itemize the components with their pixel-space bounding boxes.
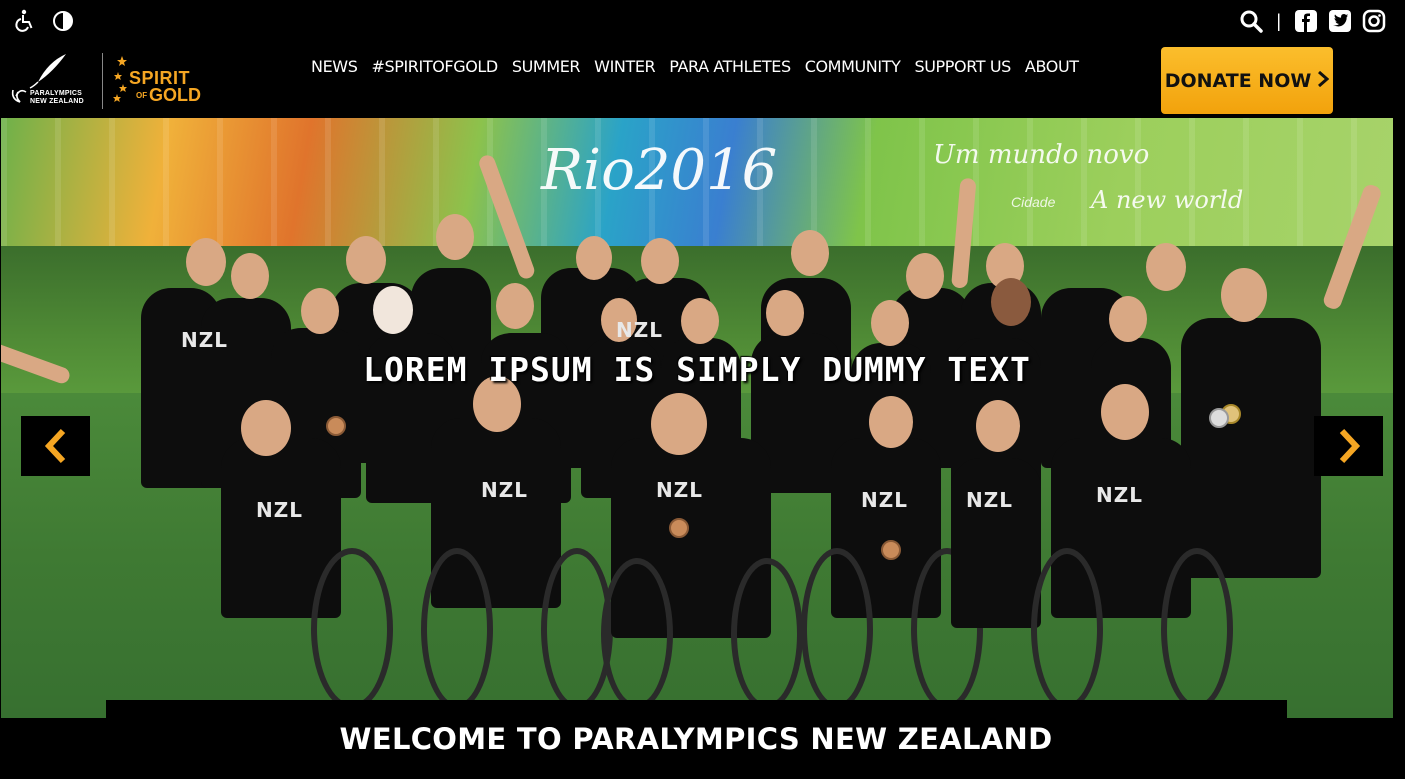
nav-item-about[interactable]: ABOUT [1025, 57, 1079, 76]
carousel-prev-button[interactable] [21, 416, 90, 476]
athlete-head [241, 400, 291, 456]
athlete-head [991, 278, 1031, 326]
wheelchair-wheel [311, 548, 393, 710]
logo-divider [102, 53, 103, 109]
carousel-next-button[interactable] [1314, 416, 1383, 476]
athlete-head [1221, 268, 1267, 322]
athlete-head [436, 214, 474, 260]
shirt-print: NZL [256, 498, 303, 522]
athlete-head [496, 283, 534, 329]
athlete-head [301, 288, 339, 334]
wheelchair-wheel [421, 548, 493, 710]
hero-banner-sub1: Um mundo novo [933, 140, 1150, 170]
donate-button[interactable]: DONATE NOW [1161, 47, 1333, 114]
spirit-of-gold-of: OF [136, 91, 148, 100]
shirt-print: NZL [481, 478, 528, 502]
athlete-head [651, 393, 707, 455]
shirt-print: NZL [181, 328, 228, 352]
facebook-icon[interactable] [1293, 8, 1319, 34]
athlete-head [871, 300, 909, 346]
spirit-of-gold-logo[interactable]: SPIRIT OF GOLD [113, 52, 209, 110]
spirit-of-gold-line2: GOLD [149, 85, 201, 105]
hero-caption: LOREM IPSUM IS SIMPLY DUMMY TEXT [363, 350, 1031, 389]
wheelchair-wheel [601, 558, 673, 710]
athlete-head [1146, 243, 1186, 291]
nav-item-news[interactable]: NEWS [311, 57, 358, 76]
instagram-icon[interactable] [1361, 8, 1387, 34]
hero-carousel: Rio2016 Um mundo novo Cidade A new world [1, 118, 1393, 718]
chevron-right-icon [1339, 428, 1360, 464]
shirt-print: NZL [616, 318, 663, 342]
athlete-head [373, 286, 413, 334]
athlete-head [1101, 384, 1149, 440]
athlete-head [869, 396, 913, 448]
twitter-icon[interactable] [1327, 8, 1353, 34]
athlete-head [976, 400, 1020, 452]
athlete-head [906, 253, 944, 299]
wheelchair-wheel [1161, 548, 1233, 710]
paralympics-nz-logo[interactable]: PARALYMPICS NEW ZEALAND [8, 52, 96, 110]
medal-icon [669, 518, 689, 538]
welcome-title: WELCOME TO PARALYMPICS NEW ZEALAND [339, 722, 1053, 756]
medal-icon [881, 540, 901, 560]
logo-area: PARALYMPICS NEW ZEALAND SPIRIT OF GOLD [8, 52, 209, 110]
athlete-head [231, 253, 269, 299]
donate-label: DONATE NOW [1164, 69, 1312, 92]
nav-item-para-athletes[interactable]: PARA ATHLETES [669, 57, 791, 76]
utility-right: | [1238, 8, 1387, 34]
nav-item-winter[interactable]: WINTER [594, 57, 656, 76]
nav-item-support-us[interactable]: SUPPORT US [914, 57, 1011, 76]
nav-item-spiritofgold[interactable]: #SPIRITOFGOLD [371, 57, 498, 76]
hero-banner-rio-text: Rio2016 [541, 138, 778, 203]
nav-item-summer[interactable]: SUMMER [512, 57, 581, 76]
athlete-head [766, 290, 804, 336]
shirt-print: NZL [861, 488, 908, 512]
athlete-head [641, 238, 679, 284]
wheelchair-wheel [1031, 548, 1103, 710]
athlete-head [346, 236, 386, 284]
shirt-print: NZL [966, 488, 1013, 512]
athlete-head [791, 230, 829, 276]
utility-left [12, 8, 76, 34]
search-icon[interactable] [1238, 8, 1264, 34]
wheelchair-wheel [731, 558, 803, 710]
medal-icon [1209, 408, 1229, 428]
paralympics-nz-logo-text: PARALYMPICS NEW ZEALAND [30, 90, 84, 105]
hero-banner-sub2: A new world [1091, 186, 1244, 214]
athlete-head [681, 298, 719, 344]
medal-icon [326, 416, 346, 436]
chevron-left-icon [44, 428, 65, 464]
wheelchair-wheel [801, 548, 873, 710]
utility-separator: | [1276, 10, 1281, 31]
shirt-print: NZL [656, 478, 703, 502]
wheelchair-icon[interactable] [12, 8, 38, 34]
athlete-head [576, 236, 612, 280]
chevron-right-icon [1317, 70, 1330, 92]
page: | PARALYMPICS NEW ZEALAND SPIRIT OF GOLD… [0, 0, 1405, 779]
hero-banner-sub3: Cidade [1011, 194, 1056, 210]
nav-item-community[interactable]: COMMUNITY [805, 57, 901, 76]
athlete-head [1109, 296, 1147, 342]
shirt-print: NZL [1096, 483, 1143, 507]
contrast-icon[interactable] [50, 8, 76, 34]
main-nav: NEWS #SPIRITOFGOLD SUMMER WINTER PARA AT… [311, 57, 1079, 76]
athlete-figure [951, 458, 1041, 628]
athlete-head [186, 238, 226, 286]
